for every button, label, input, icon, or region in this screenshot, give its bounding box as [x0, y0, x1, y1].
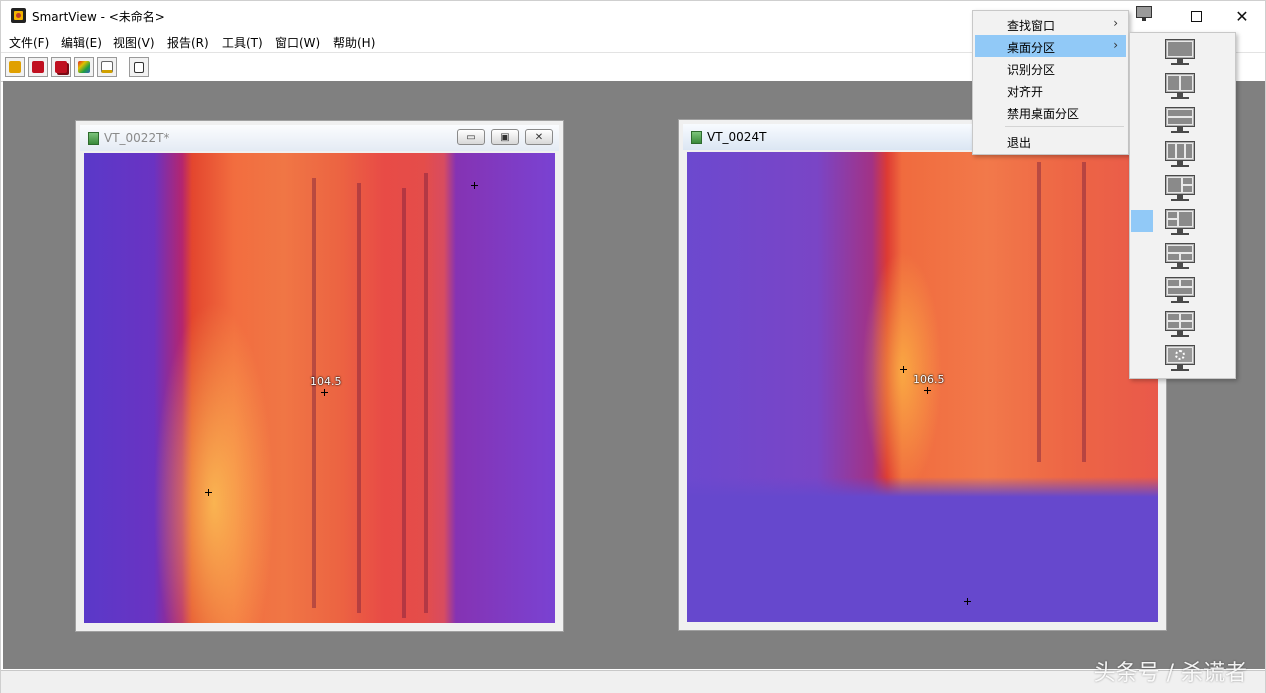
layout-left-wide-right-split-icon[interactable]: [1163, 173, 1197, 203]
menu-item-label: 退出: [1007, 136, 1032, 150]
close-button[interactable]: ✕: [1219, 1, 1265, 31]
menu-item-label: 查找窗口: [1007, 19, 1056, 33]
center-spot-marker[interactable]: [924, 387, 931, 394]
menu-file[interactable]: 文件(F): [9, 34, 49, 51]
center-spot-marker[interactable]: [321, 389, 328, 396]
save-icon: [32, 61, 44, 73]
image-stripe: [1037, 162, 1041, 462]
center-temperature-label: 104.5: [310, 375, 342, 388]
image-window-1-titlebar[interactable]: VT_0022T* ▭ ▣ ✕: [80, 125, 559, 151]
palette-button[interactable]: [74, 57, 94, 77]
layout-full-icon[interactable]: [1163, 37, 1197, 67]
layout-four-quadrants-icon[interactable]: [1163, 309, 1197, 339]
image-window-1-restore-button[interactable]: ▣: [491, 129, 519, 145]
color-palette-icon: [78, 61, 90, 73]
image-stripe: [402, 188, 406, 618]
maximize-button[interactable]: [1173, 1, 1219, 31]
menu-item-disable-partition[interactable]: 禁用桌面分区: [975, 101, 1126, 123]
thermal-image-2[interactable]: 106.5: [687, 152, 1158, 622]
edit-button[interactable]: [97, 57, 117, 77]
cold-spot-marker[interactable]: [964, 598, 971, 605]
chevron-right-icon: ›: [1113, 16, 1118, 30]
menu-view[interactable]: 视图(V): [113, 34, 155, 51]
thermal-image-1[interactable]: 104.5: [84, 153, 555, 623]
layout-two-columns-icon[interactable]: [1163, 71, 1197, 101]
app-logo-icon[interactable]: [11, 8, 26, 23]
menu-window[interactable]: 窗口(W): [275, 34, 320, 51]
menu-help[interactable]: 帮助(H): [333, 34, 375, 51]
hot-spot-marker[interactable]: [205, 489, 212, 496]
layout-custom-icon[interactable]: [1163, 343, 1197, 373]
print-icon: [134, 61, 144, 73]
image-window-1-minimize-button[interactable]: ▭: [457, 129, 485, 145]
hot-spot-marker[interactable]: [900, 366, 907, 373]
center-temperature-label: 106.5: [913, 373, 945, 386]
status-bar: [1, 670, 1265, 693]
image-stripe: [357, 183, 361, 613]
print-button[interactable]: [129, 57, 149, 77]
minimize-icon: ▭: [466, 131, 476, 143]
menu-item-label: 识别分区: [1007, 63, 1056, 77]
layout-three-columns-icon[interactable]: [1163, 139, 1197, 169]
desktop-partition-icon[interactable]: [1134, 4, 1154, 24]
app-window: SmartView - <未命名> ✕ 文件(F) 编辑(E) 视图(V) 报告…: [0, 0, 1266, 693]
menu-item-identify-partition[interactable]: 识别分区: [975, 57, 1126, 79]
layout-left-split-right-wide-icon[interactable]: [1163, 207, 1197, 237]
menu-item-label: 桌面分区: [1007, 41, 1056, 55]
monitor-stand: [1142, 18, 1146, 21]
menu-edit[interactable]: 编辑(E): [61, 34, 102, 51]
mdi-workspace[interactable]: VT_0022T* ▭ ▣ ✕ 104.5 VT_0024T 106.5: [3, 81, 1265, 669]
close-icon: ✕: [1235, 6, 1249, 26]
partition-layout-submenu: [1129, 32, 1236, 379]
menu-item-exit[interactable]: 退出: [975, 130, 1126, 152]
watermark: 头条号 / 杀谎者: [1093, 661, 1247, 686]
open-button[interactable]: [5, 57, 25, 77]
maximize-icon: [1190, 10, 1202, 22]
image-stripe: [312, 178, 316, 608]
layout-top-wide-bottom-split-icon[interactable]: [1163, 241, 1197, 271]
menu-item-label: 对齐开: [1007, 85, 1044, 99]
thermal-image-icon: [691, 131, 702, 144]
cold-spot-marker[interactable]: [471, 182, 478, 189]
menu-item-snap-on[interactable]: 对齐开: [975, 79, 1126, 101]
menu-report[interactable]: 报告(R): [167, 34, 209, 51]
menu-tools[interactable]: 工具(T): [222, 34, 263, 51]
layout-two-rows-icon[interactable]: [1163, 105, 1197, 135]
image-stripe: [1082, 162, 1086, 462]
thermal-image-icon: [88, 132, 99, 145]
open-folder-icon: [9, 61, 21, 73]
monitor-icon: [1136, 6, 1152, 18]
menu-item-find-window[interactable]: 查找窗口 ›: [975, 13, 1126, 35]
image-stripe: [424, 173, 428, 613]
restore-icon: ▣: [500, 131, 510, 143]
image-window-2-title: VT_0024T: [707, 130, 767, 144]
edit-pencil-icon: [101, 61, 113, 73]
chevron-right-icon: ›: [1113, 38, 1118, 52]
save-all-button[interactable]: [51, 57, 71, 77]
menu-item-desktop-partition[interactable]: 桌面分区 ›: [975, 35, 1126, 57]
layout-top-split-bottom-wide-icon[interactable]: [1163, 275, 1197, 305]
save-all-icon: [55, 61, 67, 73]
image-window-1-close-button[interactable]: ✕: [525, 129, 553, 145]
save-button[interactable]: [28, 57, 48, 77]
image-window-1-title: VT_0022T*: [104, 131, 170, 145]
image-window-1[interactable]: VT_0022T* ▭ ▣ ✕ 104.5: [75, 120, 564, 632]
image-window-2[interactable]: VT_0024T 106.5: [678, 119, 1167, 631]
partition-context-menu: 查找窗口 › 桌面分区 › 识别分区 对齐开 禁用桌面分区 退出: [972, 10, 1129, 155]
submenu-selection-indicator: [1131, 210, 1153, 232]
window-title: SmartView - <未命名>: [32, 10, 165, 24]
menu-separator: [1005, 126, 1124, 127]
menu-item-label: 禁用桌面分区: [1007, 107, 1080, 121]
close-icon: ✕: [534, 131, 544, 143]
